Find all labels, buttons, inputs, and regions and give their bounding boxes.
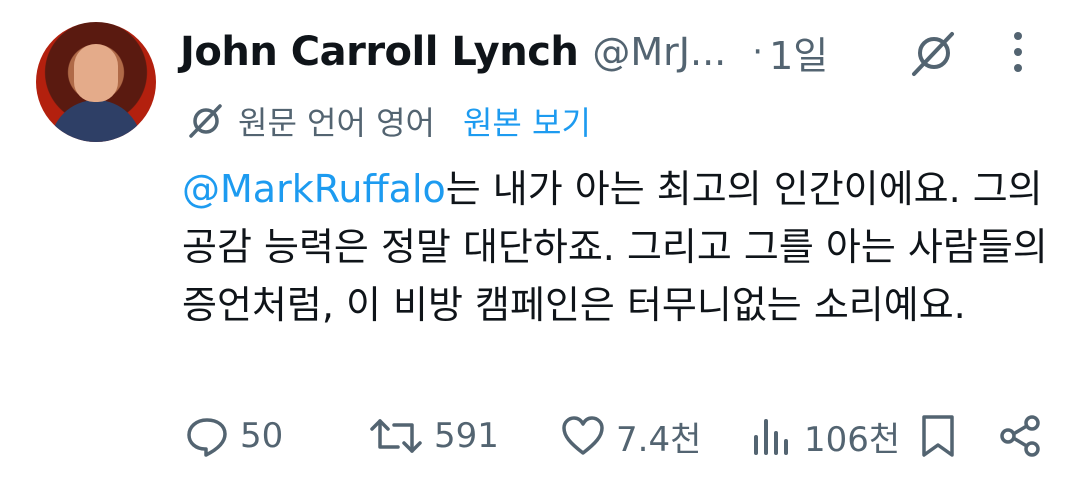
retweet-icon xyxy=(370,419,422,453)
avatar-face xyxy=(74,44,118,102)
avatar[interactable] xyxy=(36,22,156,142)
views-button[interactable]: 106천 xyxy=(748,408,900,464)
reply-icon xyxy=(187,418,227,457)
like-icon xyxy=(562,416,604,455)
more-vertical-icon[interactable] xyxy=(1006,30,1030,74)
bookmark-icon xyxy=(922,415,954,457)
retweet-count: 591 xyxy=(434,416,499,456)
timestamp[interactable]: 1일 xyxy=(769,25,828,80)
tweet-text: @MarkRuffalo는 내가 아는 최고의 인간이에요. 그의 공감 능력은… xyxy=(182,160,1062,334)
reply-count: 50 xyxy=(240,416,284,456)
bookmark-button[interactable] xyxy=(914,412,962,460)
like-count: 7.4천 xyxy=(616,419,702,460)
like-button[interactable]: 7.4천 xyxy=(560,408,701,464)
avatar-shirt xyxy=(50,100,142,142)
translation-bar: 원문 언어 영어 원본 보기 xyxy=(186,98,591,144)
view-original-link[interactable]: 원본 보기 xyxy=(463,98,591,144)
reply-button[interactable]: 50 xyxy=(184,408,283,464)
share-icon xyxy=(1000,415,1040,457)
views-icon xyxy=(754,419,788,455)
tweet-header: John Carroll Lynch @MrJ... · 1일 xyxy=(180,24,828,80)
retweet-button[interactable]: 591 xyxy=(368,408,499,464)
translation-label: 원문 언어 영어 xyxy=(238,104,435,142)
separator-dot: · xyxy=(752,32,764,72)
share-button[interactable] xyxy=(996,412,1044,460)
globe-slash-icon[interactable] xyxy=(906,28,962,78)
display-name[interactable]: John Carroll Lynch xyxy=(180,29,579,75)
views-count: 106천 xyxy=(804,419,901,460)
globe-slash-icon xyxy=(189,104,222,138)
action-bar: 50 591 7.4천 106천 xyxy=(0,408,1080,464)
mention-link[interactable]: @MarkRuffalo xyxy=(182,167,446,211)
user-handle[interactable]: @MrJ... xyxy=(592,30,726,74)
